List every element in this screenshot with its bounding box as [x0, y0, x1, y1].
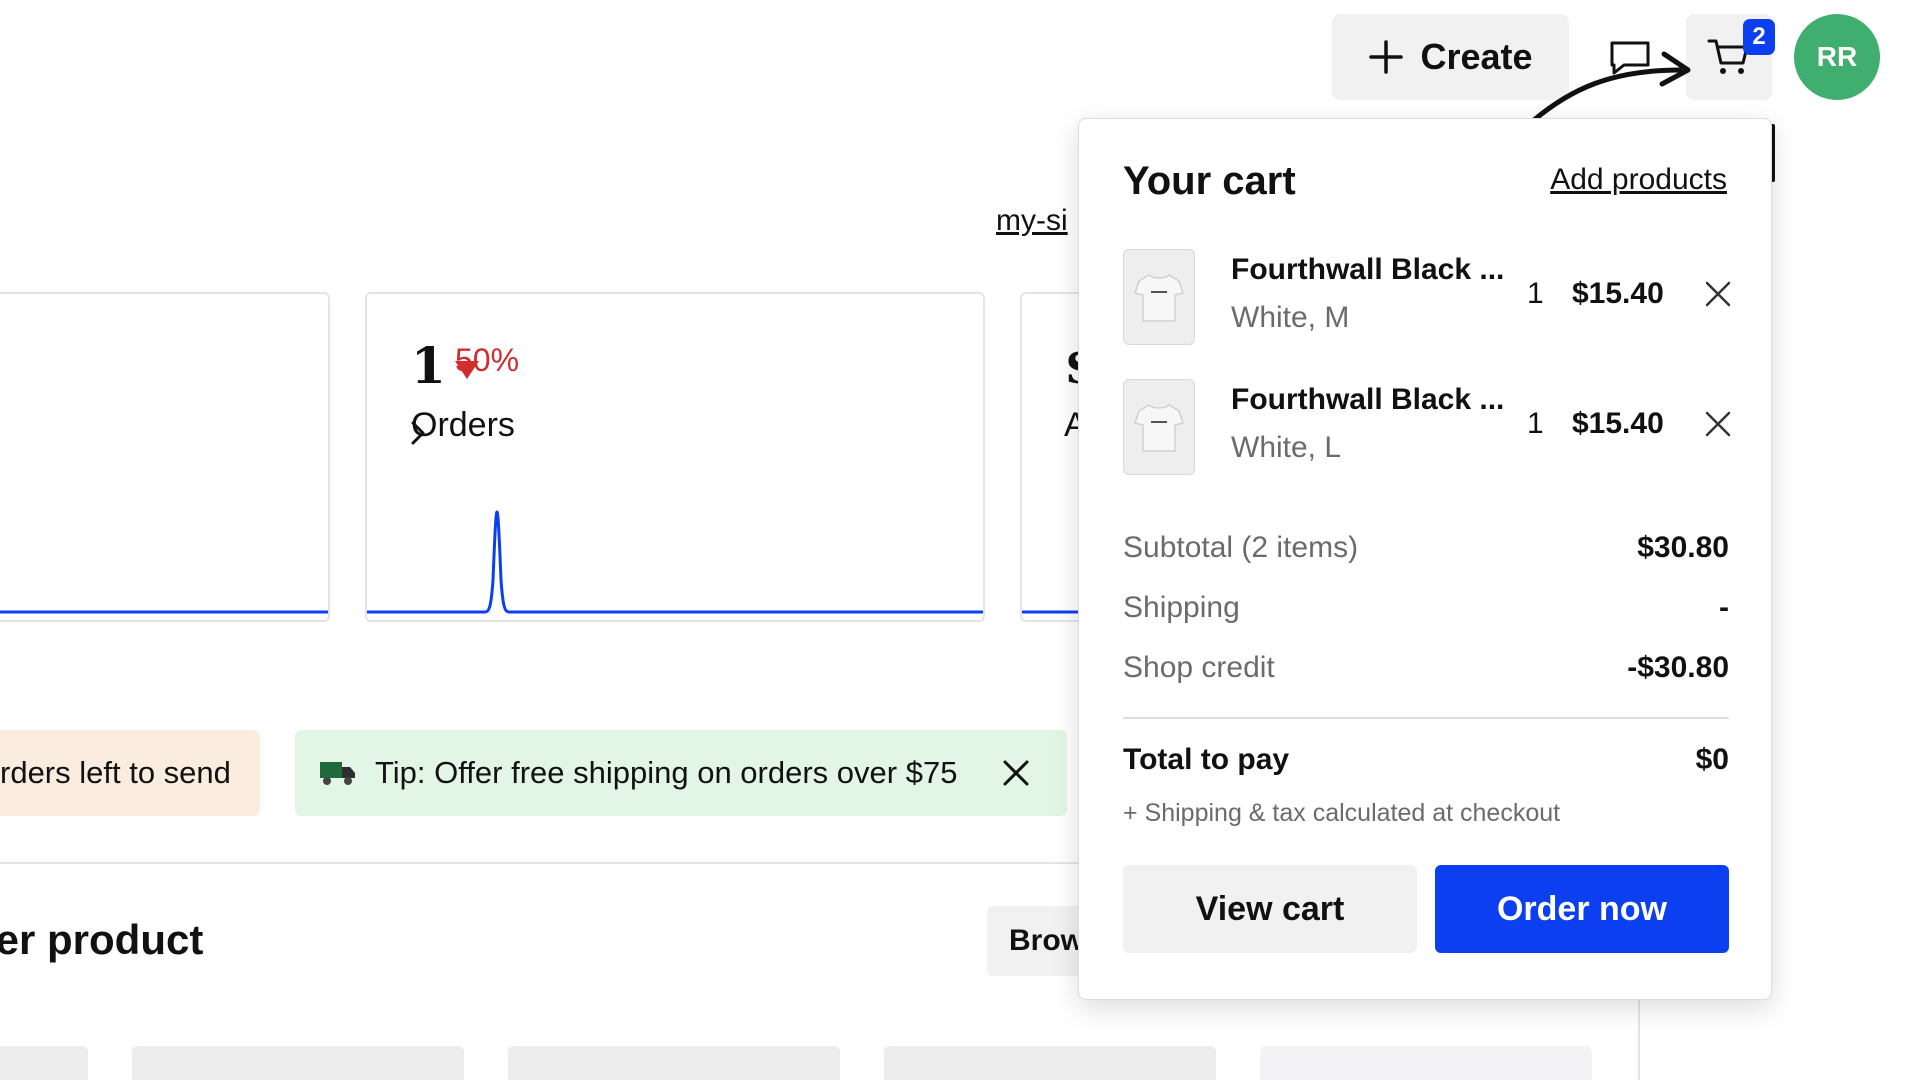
delivery-truck-icon: [320, 762, 355, 785]
section-title: her product: [0, 916, 204, 963]
orders-left-banner[interactable]: rders left to send: [0, 730, 260, 816]
shipping-label: Shipping: [1123, 591, 1240, 624]
orders-label: Orders: [411, 406, 515, 444]
cart-title: Your cart: [1123, 159, 1296, 203]
shop-credit-label: Shop credit: [1123, 651, 1275, 684]
item-thumbnail[interactable]: [1123, 249, 1195, 345]
site-url-link[interactable]: my-si: [996, 204, 1068, 238]
remove-item-icon[interactable]: [1703, 279, 1733, 309]
item-name: Fourthwall Black ...: [1231, 253, 1505, 286]
chevron-right-icon: [411, 421, 425, 445]
create-button-label: Create: [1420, 36, 1533, 77]
product-tile[interactable]: [508, 1046, 840, 1080]
item-variant: White, M: [1231, 301, 1350, 334]
shop-credit-row: Shop credit -$30.80: [1123, 651, 1729, 685]
stat-card-sales[interactable]: [0, 292, 330, 622]
cart-item: Fourthwall Black ... White, M 1 $15.40: [1123, 249, 1731, 345]
item-variant: White, L: [1231, 431, 1342, 464]
checkout-note: + Shipping & tax calculated at checkout: [1123, 799, 1561, 827]
tshirt-icon: [1134, 274, 1184, 322]
orders-sparkline: [367, 510, 983, 614]
item-thumbnail[interactable]: [1123, 379, 1195, 475]
stat-card-orders[interactable]: 1 50% Orders: [365, 292, 985, 622]
total-value: $0: [1695, 743, 1729, 776]
close-icon[interactable]: [1001, 758, 1031, 788]
orders-left-text: rders left to send: [0, 755, 231, 790]
cart-item: Fourthwall Black ... White, L 1 $15.40: [1123, 379, 1731, 475]
order-now-button[interactable]: Order now: [1435, 865, 1729, 953]
subtotal-value: $30.80: [1637, 531, 1729, 564]
product-tile[interactable]: [1260, 1046, 1592, 1080]
shipping-tip-banner: Tip: Offer free shipping on orders over …: [295, 730, 1067, 816]
product-tile[interactable]: [132, 1046, 464, 1080]
annotation-arrow-icon: [1531, 51, 1691, 123]
item-price: $15.40: [1572, 407, 1664, 440]
subtotal-row: Subtotal (2 items) $30.80: [1123, 531, 1729, 565]
item-name: Fourthwall Black ...: [1231, 383, 1505, 416]
down-triangle-icon: [455, 361, 479, 379]
item-quantity: 1: [1527, 407, 1544, 440]
shipping-row: Shipping -: [1123, 591, 1729, 625]
view-cart-button[interactable]: View cart: [1123, 865, 1417, 953]
plus-icon: [1369, 40, 1404, 74]
product-tile[interactable]: [0, 1046, 88, 1080]
shipping-tip-text: Tip: Offer free shipping on orders over …: [375, 755, 958, 790]
section-divider: [0, 862, 1090, 864]
total-row: Total to pay $0: [1123, 743, 1729, 777]
tshirt-icon: [1134, 404, 1184, 452]
shop-credit-value: -$30.80: [1627, 651, 1729, 684]
sparkline: [0, 610, 328, 614]
orders-count: 1: [411, 336, 446, 395]
total-label: Total to pay: [1123, 743, 1290, 776]
item-quantity: 1: [1527, 277, 1544, 310]
shipping-value: -: [1719, 591, 1729, 624]
item-price: $15.40: [1572, 277, 1664, 310]
cart-dropdown: Your cart Add products Fourthwall Black …: [1078, 118, 1772, 1000]
add-products-link[interactable]: Add products: [1550, 163, 1727, 197]
orders-change: 50%: [455, 342, 519, 379]
user-avatar[interactable]: RR: [1794, 14, 1880, 100]
page-divider: [1638, 990, 1640, 1080]
remove-item-icon[interactable]: [1703, 409, 1733, 439]
product-tile[interactable]: [884, 1046, 1216, 1080]
summary-divider: [1123, 717, 1729, 719]
cart-count-badge: 2: [1743, 19, 1775, 55]
orders-link[interactable]: Orders: [411, 406, 515, 445]
subtotal-label: Subtotal (2 items): [1123, 531, 1359, 564]
